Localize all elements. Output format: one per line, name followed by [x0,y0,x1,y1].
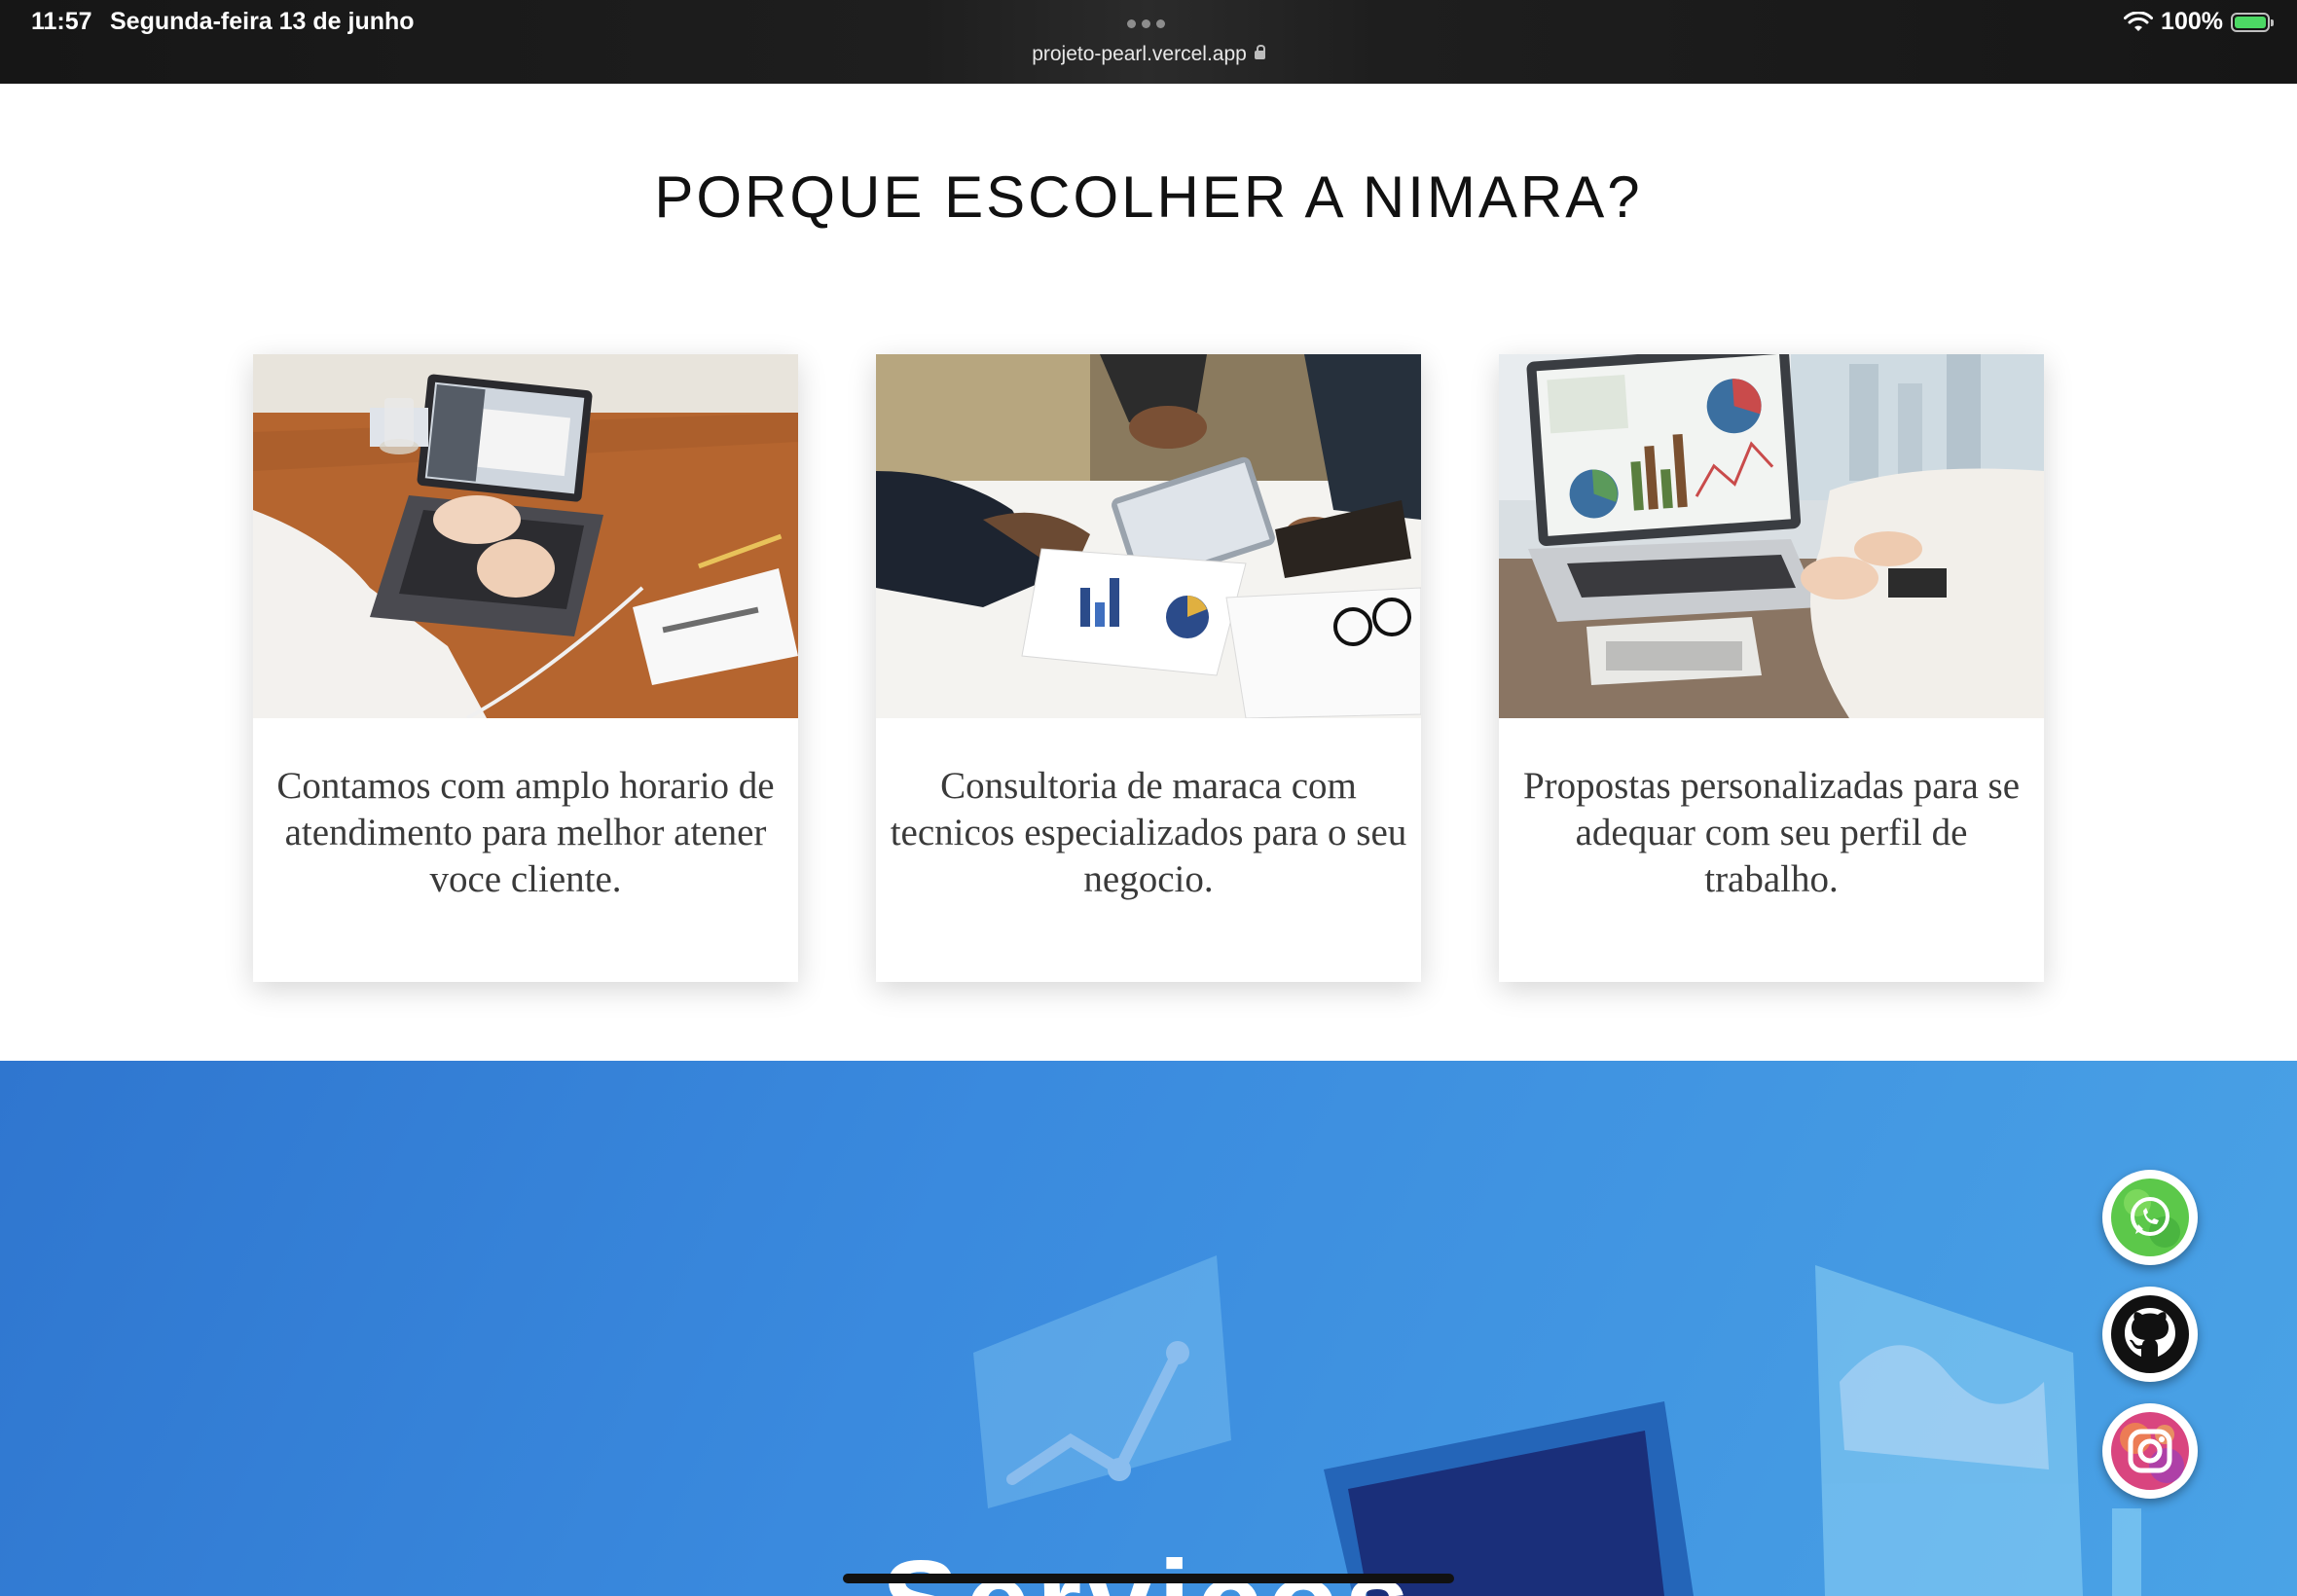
card-image-meeting [876,354,1421,718]
github-icon [2111,1295,2189,1373]
feature-card-consulting: Consultoria de maraca com tecnicos espec… [876,354,1421,982]
instagram-icon [2111,1412,2189,1490]
whatsapp-icon [2111,1179,2189,1256]
card-image-laptop-desk [253,354,798,718]
status-date: Segunda-feira 13 de junho [110,8,415,35]
home-indicator[interactable] [843,1574,1454,1583]
github-button[interactable] [2102,1287,2198,1382]
wifi-icon [2124,11,2154,31]
url-text: projeto-pearl.vercel.app [1032,43,1247,65]
whatsapp-button[interactable] [2102,1170,2198,1265]
battery-icon [2231,12,2274,32]
services-illustration [973,1255,2141,1596]
card-text: Contamos com amplo horario de atendiment… [276,765,775,900]
status-right: 100% [2124,8,2274,36]
lock-icon [1254,45,1265,59]
feature-card-hours: Contamos com amplo horario de atendiment… [253,354,798,982]
section-title: PORQUE ESCOLHER A NIMARA? [654,164,1643,230]
battery-percent: 100% [2161,8,2223,35]
card-text: Consultoria de maraca com tecnicos espec… [890,765,1407,900]
services-section: Servicos [0,1061,2297,1596]
status-bar: 11:57 Segunda-feira 13 de junho projeto-… [0,0,2297,84]
services-heading: Servicos [0,1543,2297,1596]
card-text: Propostas personalizadas para se adequar… [1522,765,2021,900]
more-dots-icon[interactable] [1127,19,1165,28]
status-time: 11:57 [31,8,92,35]
feature-card-proposals: Propostas personalizadas para se adequar… [1499,354,2044,982]
instagram-button[interactable] [2102,1403,2198,1499]
card-image-laptop-charts [1499,354,2044,718]
address-bar[interactable]: projeto-pearl.vercel.app [0,43,2297,66]
